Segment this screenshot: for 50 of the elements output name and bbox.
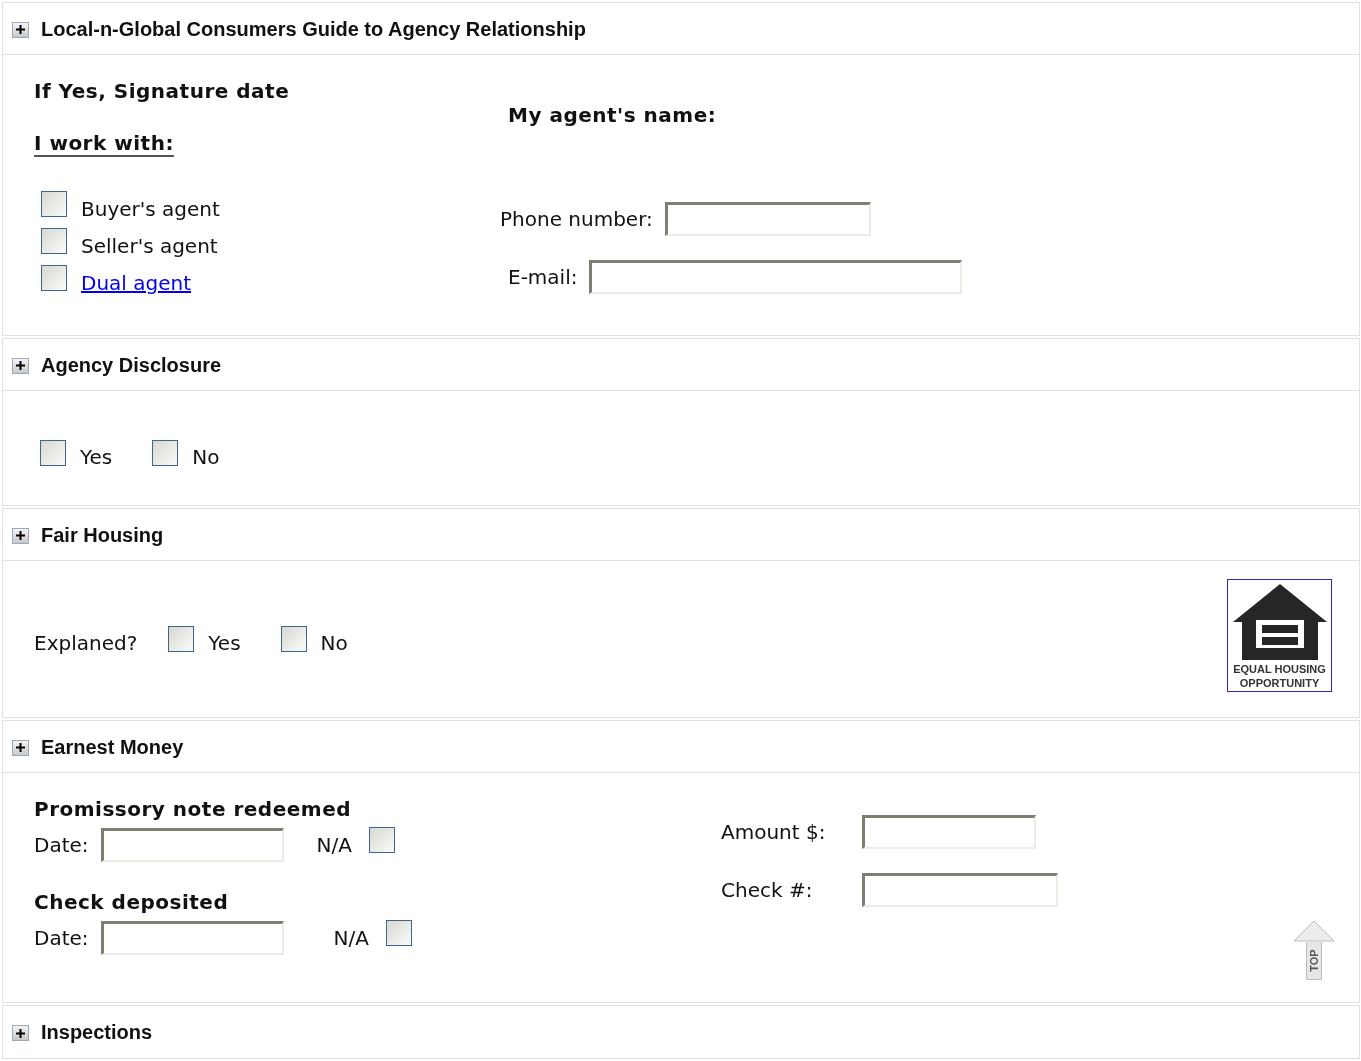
group-heading: Check deposited	[34, 889, 229, 915]
input-field[interactable]	[862, 815, 1036, 849]
option-label: No	[320, 630, 348, 657]
option-label: N/A	[316, 832, 352, 859]
option-label: No	[192, 444, 220, 471]
section-title: Agency Disclosure	[41, 352, 222, 378]
option-label: Seller's agent	[81, 232, 218, 260]
input-field[interactable]	[862, 873, 1058, 907]
checkbox[interactable]	[41, 227, 67, 254]
checkbox[interactable]	[280, 626, 307, 652]
form-label: My agent's name:	[508, 102, 717, 129]
checkbox[interactable]	[385, 920, 412, 946]
option-link[interactable]: Dual agent	[81, 267, 192, 298]
field-label: Check #:	[721, 877, 814, 904]
field-label: Date:	[34, 925, 89, 952]
checkbox[interactable]	[168, 626, 195, 652]
group-heading: Promissory note redeemed	[34, 796, 352, 822]
logo-text: OPPORTUNITY	[1239, 675, 1320, 690]
option-label: N/A	[333, 925, 369, 952]
option-label: Buyer's agent	[81, 195, 220, 223]
expand-icon[interactable]	[12, 527, 29, 544]
arrow-up-icon	[1293, 920, 1335, 942]
checkbox[interactable]	[152, 440, 179, 466]
expand-icon[interactable]	[12, 1025, 29, 1041]
checkbox[interactable]	[368, 827, 395, 853]
input-field[interactable]	[664, 202, 871, 236]
section-title: Local-n-Global Consumers Guide to Agency Relationship	[41, 16, 586, 42]
logo-text: EQUAL HOUSING	[1233, 661, 1326, 676]
form-label: If Yes, Signature date	[34, 78, 290, 105]
back-to-top-link[interactable]: TOP	[1293, 920, 1335, 980]
expand-icon[interactable]	[12, 21, 29, 38]
option-label: Yes	[208, 630, 241, 657]
option-label: Yes	[80, 444, 113, 471]
checkbox[interactable]	[41, 190, 67, 217]
section-title: Fair Housing	[41, 522, 164, 548]
expand-icon[interactable]	[12, 739, 29, 756]
field-label: Date:	[34, 832, 89, 859]
section-subheading: I work with:	[34, 130, 174, 157]
section-title: Earnest Money	[41, 734, 184, 760]
expand-icon[interactable]	[12, 357, 29, 374]
section-title: Inspections	[41, 1020, 153, 1045]
field-label: E-mail:	[508, 264, 578, 291]
field-label: Amount $:	[721, 819, 827, 846]
field-label: Phone number:	[500, 206, 653, 233]
date-field[interactable]	[100, 828, 284, 862]
question-label: Explaned?	[34, 630, 138, 657]
checkbox[interactable]	[41, 264, 67, 291]
input-field[interactable]	[589, 260, 963, 294]
checkbox[interactable]	[40, 440, 66, 466]
date-field[interactable]	[100, 921, 284, 955]
